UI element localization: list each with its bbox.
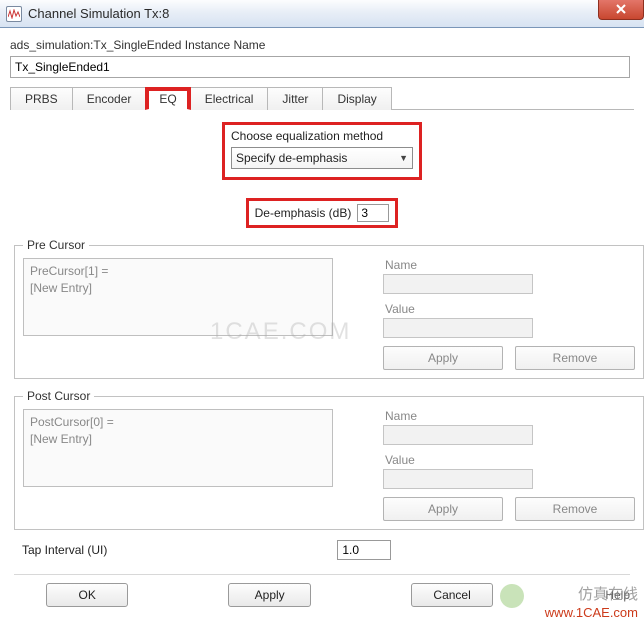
choose-eq-box: Choose equalization method Specify de-em… [222, 122, 422, 180]
pre-cursor-group: Pre Cursor PreCursor[1] = [New Entry] Na… [14, 238, 644, 379]
separator [14, 574, 630, 575]
list-item[interactable]: PostCursor[0] = [30, 414, 326, 431]
tab-jitter[interactable]: Jitter [267, 87, 323, 110]
post-value-label: Value [385, 453, 635, 467]
instance-label: ads_simulation:Tx_SingleEnded Instance N… [10, 38, 634, 52]
choose-eq-value: Specify de-emphasis [236, 151, 347, 165]
ok-button[interactable]: OK [46, 583, 128, 607]
post-apply-button[interactable]: Apply [383, 497, 503, 521]
de-emphasis-label: De-emphasis (dB) [255, 206, 352, 220]
post-name-input[interactable] [383, 425, 533, 445]
list-item[interactable]: PreCursor[1] = [30, 263, 326, 280]
tap-interval-input[interactable] [337, 540, 391, 560]
choose-eq-dropdown[interactable]: Specify de-emphasis ▼ [231, 147, 413, 169]
post-value-input[interactable] [383, 469, 533, 489]
post-remove-button[interactable]: Remove [515, 497, 635, 521]
pre-value-label: Value [385, 302, 635, 316]
tab-display[interactable]: Display [322, 87, 391, 110]
app-icon [6, 6, 22, 22]
close-button[interactable] [598, 0, 644, 20]
window-title: Channel Simulation Tx:8 [28, 6, 169, 21]
cancel-button[interactable]: Cancel [411, 583, 493, 607]
pre-apply-button[interactable]: Apply [383, 346, 503, 370]
de-emphasis-row: De-emphasis (dB) [246, 198, 399, 228]
pre-remove-button[interactable]: Remove [515, 346, 635, 370]
post-cursor-legend: Post Cursor [23, 389, 94, 403]
titlebar: Channel Simulation Tx:8 [0, 0, 644, 28]
pre-name-input[interactable] [383, 274, 533, 294]
list-item[interactable]: [New Entry] [30, 280, 326, 297]
help-link[interactable]: Help [605, 588, 630, 602]
tab-encoder[interactable]: Encoder [72, 87, 147, 110]
post-cursor-listbox[interactable]: PostCursor[0] = [New Entry] [23, 409, 333, 487]
tab-prbs[interactable]: PRBS [10, 87, 73, 110]
pre-name-label: Name [385, 258, 635, 272]
de-emphasis-input[interactable] [357, 204, 389, 222]
chevron-down-icon: ▼ [399, 153, 408, 163]
tap-interval-label: Tap Interval (UI) [22, 543, 107, 557]
apply-button[interactable]: Apply [228, 583, 310, 607]
pre-cursor-legend: Pre Cursor [23, 238, 89, 252]
list-item[interactable]: [New Entry] [30, 431, 326, 448]
choose-eq-label: Choose equalization method [231, 129, 413, 143]
pre-value-input[interactable] [383, 318, 533, 338]
tab-electrical[interactable]: Electrical [190, 87, 269, 110]
tab-eq[interactable]: EQ [145, 87, 190, 110]
instance-name-input[interactable] [10, 56, 630, 78]
post-cursor-group: Post Cursor PostCursor[0] = [New Entry] … [14, 389, 644, 530]
tab-bar: PRBS Encoder EQ Electrical Jitter Displa… [10, 86, 634, 110]
post-name-label: Name [385, 409, 635, 423]
pre-cursor-listbox[interactable]: PreCursor[1] = [New Entry] [23, 258, 333, 336]
